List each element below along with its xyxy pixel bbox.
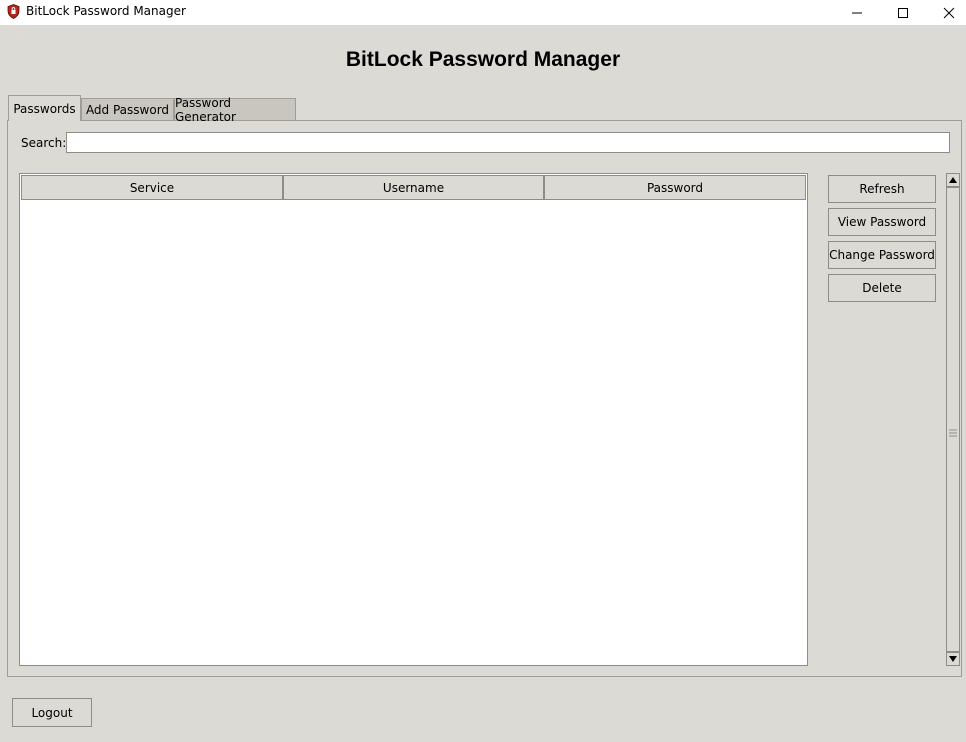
maximize-button[interactable] bbox=[880, 0, 926, 25]
scrollbar-thumb[interactable] bbox=[946, 187, 960, 652]
view-password-button[interactable]: View Password bbox=[828, 208, 936, 236]
minimize-icon bbox=[852, 12, 862, 13]
triangle-down-icon bbox=[949, 656, 957, 662]
tab-password-generator[interactable]: Password Generator bbox=[174, 96, 296, 124]
passwords-table[interactable]: Service Username Password bbox=[19, 173, 808, 666]
column-header-service[interactable]: Service bbox=[21, 175, 283, 200]
grip-icon bbox=[949, 429, 957, 437]
close-button[interactable] bbox=[926, 0, 966, 25]
window-titlebar: BitLock Password Manager bbox=[0, 0, 966, 25]
refresh-button[interactable]: Refresh bbox=[828, 175, 936, 203]
minimize-button[interactable] bbox=[834, 0, 880, 25]
close-icon bbox=[943, 7, 955, 18]
tab-add-password[interactable]: Add Password bbox=[81, 98, 174, 120]
scroll-up-button[interactable] bbox=[946, 173, 960, 187]
column-header-password[interactable]: Password bbox=[544, 175, 806, 200]
page-title: BitLock Password Manager bbox=[345, 48, 621, 71]
shield-icon bbox=[7, 4, 20, 19]
search-label: Search: bbox=[21, 136, 67, 150]
scroll-down-button[interactable] bbox=[946, 652, 960, 666]
change-password-button[interactable]: Change Password bbox=[828, 241, 936, 269]
triangle-up-icon bbox=[949, 177, 957, 183]
delete-button[interactable]: Delete bbox=[828, 274, 936, 302]
vertical-scrollbar[interactable] bbox=[946, 173, 960, 666]
maximize-icon bbox=[898, 7, 908, 18]
column-header-username[interactable]: Username bbox=[283, 175, 544, 200]
window-title: BitLock Password Manager bbox=[26, 4, 186, 18]
search-input[interactable] bbox=[66, 132, 950, 153]
tab-passwords[interactable]: Passwords bbox=[8, 95, 81, 121]
logout-button[interactable]: Logout bbox=[12, 698, 92, 727]
